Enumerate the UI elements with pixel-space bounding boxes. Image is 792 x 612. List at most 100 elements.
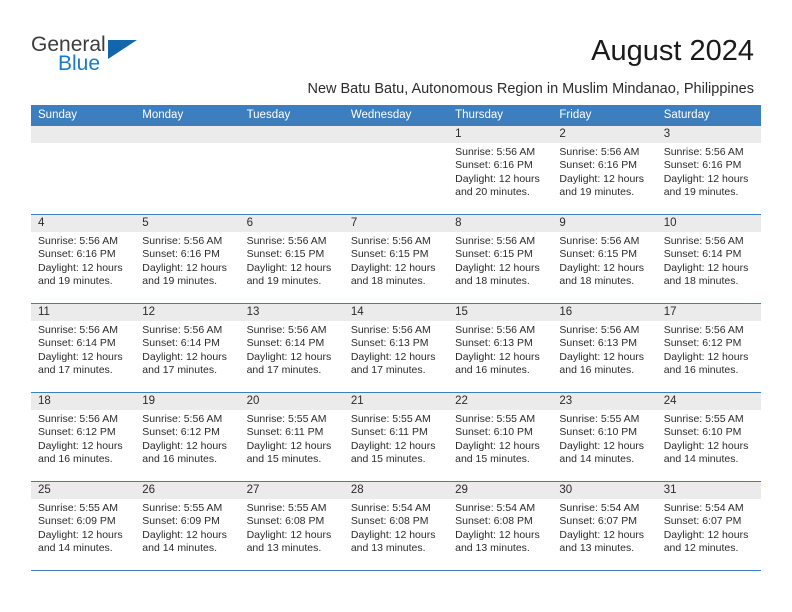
weekday-header-monday: Monday bbox=[142, 109, 184, 121]
calendar-day-cell[interactable]: 15 Sunrise: 5:56 AM Sunset: 6:13 PM Dayligh… bbox=[448, 304, 553, 392]
sunset-text: Sunset: 6:16 PM bbox=[455, 159, 533, 172]
calendar-day-cell[interactable]: 30 Sunrise: 5:54 AM Sunset: 6:07 PM Dayligh… bbox=[552, 482, 657, 570]
sunset-text: Sunset: 6:14 PM bbox=[38, 337, 116, 350]
calendar-day-cell[interactable]: 21 Sunrise: 5:55 AM Sunset: 6:11 PM Dayligh… bbox=[343, 393, 449, 481]
calendar-day-cell[interactable]: 22 Sunrise: 5:55 AM Sunset: 6:10 PM Dayligh… bbox=[448, 393, 553, 481]
day-number: 28 bbox=[343, 482, 449, 499]
calendar-day-cell[interactable]: 10 Sunrise: 5:56 AM Sunset: 6:14 PM Dayligh… bbox=[656, 215, 761, 303]
sunrise-text: Sunrise: 5:55 AM bbox=[455, 413, 536, 425]
daylight-text: Daylight: 12 hours and 15 minutes. bbox=[246, 439, 332, 466]
sunrise-text: Sunrise: 5:54 AM bbox=[559, 502, 640, 514]
sunrise-text: Sunrise: 5:56 AM bbox=[246, 235, 327, 247]
calendar-day-cell[interactable]: 17 Sunrise: 5:56 AM Sunset: 6:12 PM Dayligh… bbox=[656, 304, 761, 392]
day-number: 19 bbox=[135, 393, 240, 410]
day-details: Sunrise: 5:54 AM Sunset: 6:08 PM Daylight:… bbox=[344, 499, 448, 556]
daylight-text: Daylight: 12 hours and 12 minutes. bbox=[663, 528, 749, 555]
daylight-text: Daylight: 12 hours and 16 minutes. bbox=[142, 439, 227, 466]
calendar-day-cell[interactable]: 2 Sunrise: 5:56 AM Sunset: 6:16 PM Daylight… bbox=[552, 126, 657, 214]
daylight-text: Daylight: 12 hours and 13 minutes. bbox=[246, 528, 332, 555]
day-details: Sunrise: 5:55 AM Sunset: 6:10 PM Daylight:… bbox=[448, 410, 552, 467]
calendar-day-cell[interactable]: 4 Sunrise: 5:56 AM Sunset: 6:16 PM Daylight… bbox=[31, 215, 136, 303]
calendar-day-cell[interactable]: 20 Sunrise: 5:55 AM Sunset: 6:11 PM Dayligh… bbox=[239, 393, 344, 481]
calendar-day-cell[interactable]: 29 Sunrise: 5:54 AM Sunset: 6:08 PM Dayligh… bbox=[448, 482, 553, 570]
sunrise-text: Sunrise: 5:56 AM bbox=[142, 324, 223, 336]
sunset-text: Sunset: 6:13 PM bbox=[455, 337, 533, 350]
sunrise-text: Sunrise: 5:56 AM bbox=[559, 146, 640, 158]
calendar-page: General Blue August 2024 New Batu Batu, … bbox=[0, 0, 792, 612]
sunrise-text: Sunrise: 5:56 AM bbox=[663, 235, 744, 247]
day-number bbox=[239, 126, 344, 143]
daylight-text: Daylight: 12 hours and 15 minutes. bbox=[350, 439, 436, 466]
calendar-day-cell[interactable]: 27 Sunrise: 5:55 AM Sunset: 6:08 PM Dayligh… bbox=[239, 482, 344, 570]
daylight-text: Daylight: 12 hours and 19 minutes. bbox=[246, 261, 332, 288]
calendar-day-cell[interactable]: 9 Sunrise: 5:56 AM Sunset: 6:15 PM Daylight… bbox=[552, 215, 657, 303]
weekday-header-thursday: Thursday bbox=[455, 109, 504, 121]
sunrise-text: Sunrise: 5:56 AM bbox=[663, 324, 744, 336]
daylight-text: Daylight: 12 hours and 13 minutes. bbox=[455, 528, 540, 555]
calendar-grid: Sunday Monday Tuesday Wednesday Thursday… bbox=[31, 105, 761, 571]
calendar-day-cell[interactable]: 26 Sunrise: 5:55 AM Sunset: 6:09 PM Dayligh… bbox=[135, 482, 240, 570]
sunrise-text: Sunrise: 5:56 AM bbox=[455, 146, 536, 158]
weekday-header-sunday: Sunday bbox=[38, 109, 78, 121]
day-number bbox=[31, 126, 136, 143]
day-details: Sunrise: 5:55 AM Sunset: 6:11 PM Daylight:… bbox=[344, 410, 448, 467]
day-details: Sunrise: 5:54 AM Sunset: 6:08 PM Daylight:… bbox=[448, 499, 552, 556]
calendar-day-cell[interactable]: 8 Sunrise: 5:56 AM Sunset: 6:15 PM Daylight… bbox=[448, 215, 553, 303]
calendar-day-cell[interactable]: 13 Sunrise: 5:56 AM Sunset: 6:14 PM Dayligh… bbox=[239, 304, 344, 392]
calendar-day-cell[interactable]: 14 Sunrise: 5:56 AM Sunset: 6:13 PM Dayligh… bbox=[343, 304, 449, 392]
day-number: 3 bbox=[656, 126, 761, 143]
location-subtitle: New Batu Batu, Autonomous Region in Musl… bbox=[307, 81, 754, 97]
calendar-week-row: 25 Sunrise: 5:55 AM Sunset: 6:09 PM Dayligh… bbox=[31, 482, 761, 571]
daylight-text: Daylight: 12 hours and 19 minutes. bbox=[142, 261, 227, 288]
weekday-header-friday: Friday bbox=[559, 109, 592, 121]
day-details: Sunrise: 5:56 AM Sunset: 6:14 PM Daylight:… bbox=[657, 232, 761, 289]
daylight-text: Daylight: 12 hours and 19 minutes. bbox=[663, 172, 749, 199]
day-number: 26 bbox=[135, 482, 240, 499]
calendar-day-cell[interactable]: 1 Sunrise: 5:56 AM Sunset: 6:16 PM Daylight… bbox=[448, 126, 553, 214]
sunrise-text: Sunrise: 5:56 AM bbox=[38, 235, 118, 247]
calendar-day-cell[interactable]: 24 Sunrise: 5:55 AM Sunset: 6:10 PM Dayligh… bbox=[656, 393, 761, 481]
calendar-day-cell[interactable]: 3 Sunrise: 5:56 AM Sunset: 6:16 PM Daylight… bbox=[656, 126, 761, 214]
daylight-text: Daylight: 12 hours and 19 minutes. bbox=[559, 172, 645, 199]
calendar-day-cell[interactable]: 19 Sunrise: 5:56 AM Sunset: 6:12 PM Dayligh… bbox=[135, 393, 240, 481]
sunset-text: Sunset: 6:14 PM bbox=[663, 248, 742, 261]
calendar-day-cell[interactable]: 31 Sunrise: 5:54 AM Sunset: 6:07 PM Dayligh… bbox=[656, 482, 761, 570]
sunset-text: Sunset: 6:10 PM bbox=[559, 426, 638, 439]
sunrise-text: Sunrise: 5:54 AM bbox=[455, 502, 536, 514]
day-details: Sunrise: 5:56 AM Sunset: 6:12 PM Daylight:… bbox=[31, 410, 135, 467]
daylight-text: Daylight: 12 hours and 13 minutes. bbox=[559, 528, 645, 555]
sunrise-text: Sunrise: 5:54 AM bbox=[350, 502, 431, 514]
sunrise-text: Sunrise: 5:56 AM bbox=[142, 413, 223, 425]
day-number: 11 bbox=[31, 304, 136, 321]
calendar-day-cell[interactable]: 18 Sunrise: 5:56 AM Sunset: 6:12 PM Dayligh… bbox=[31, 393, 136, 481]
day-number bbox=[343, 126, 449, 143]
day-number: 24 bbox=[656, 393, 761, 410]
calendar-day-cell[interactable]: 6 Sunrise: 5:56 AM Sunset: 6:15 PM Daylight… bbox=[239, 215, 344, 303]
sunset-text: Sunset: 6:15 PM bbox=[350, 248, 429, 261]
calendar-day-cell[interactable]: 5 Sunrise: 5:56 AM Sunset: 6:16 PM Daylight… bbox=[135, 215, 240, 303]
daylight-text: Daylight: 12 hours and 14 minutes. bbox=[663, 439, 749, 466]
sunset-text: Sunset: 6:15 PM bbox=[246, 248, 325, 261]
calendar-day-cell[interactable]: 12 Sunrise: 5:56 AM Sunset: 6:14 PM Dayligh… bbox=[135, 304, 240, 392]
calendar-day-cell[interactable]: 25 Sunrise: 5:55 AM Sunset: 6:09 PM Dayligh… bbox=[31, 482, 136, 570]
sunrise-text: Sunrise: 5:55 AM bbox=[663, 413, 744, 425]
day-details: Sunrise: 5:56 AM Sunset: 6:15 PM Daylight:… bbox=[344, 232, 448, 289]
calendar-day-cell-empty bbox=[31, 126, 136, 214]
weekday-header-tuesday: Tuesday bbox=[246, 109, 291, 121]
day-details: Sunrise: 5:56 AM Sunset: 6:15 PM Daylight:… bbox=[552, 232, 656, 289]
calendar-day-cell[interactable]: 28 Sunrise: 5:54 AM Sunset: 6:08 PM Dayligh… bbox=[343, 482, 449, 570]
calendar-day-cell[interactable]: 16 Sunrise: 5:56 AM Sunset: 6:13 PM Dayligh… bbox=[552, 304, 657, 392]
day-number: 22 bbox=[448, 393, 553, 410]
daylight-text: Daylight: 12 hours and 14 minutes. bbox=[38, 528, 123, 555]
brand-logo[interactable]: General Blue bbox=[31, 33, 211, 79]
day-details: Sunrise: 5:54 AM Sunset: 6:07 PM Daylight:… bbox=[657, 499, 761, 556]
day-number: 29 bbox=[448, 482, 553, 499]
weekday-header-row: Sunday Monday Tuesday Wednesday Thursday… bbox=[31, 105, 761, 126]
calendar-day-cell[interactable]: 11 Sunrise: 5:56 AM Sunset: 6:14 PM Dayligh… bbox=[31, 304, 136, 392]
sunrise-text: Sunrise: 5:56 AM bbox=[142, 235, 223, 247]
day-number: 25 bbox=[31, 482, 136, 499]
calendar-day-cell[interactable]: 7 Sunrise: 5:56 AM Sunset: 6:15 PM Daylight… bbox=[343, 215, 449, 303]
day-details: Sunrise: 5:56 AM Sunset: 6:13 PM Daylight:… bbox=[344, 321, 448, 378]
calendar-day-cell[interactable]: 23 Sunrise: 5:55 AM Sunset: 6:10 PM Dayligh… bbox=[552, 393, 657, 481]
brand-logo-blue-text: Blue bbox=[58, 52, 101, 75]
